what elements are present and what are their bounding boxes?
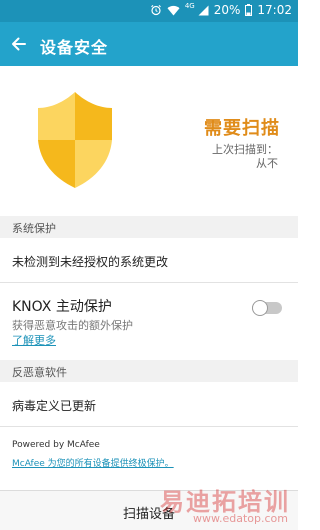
arrow-left-icon[interactable]: [8, 33, 30, 55]
bottom-action-bar: 扫描设备: [0, 490, 298, 530]
last-scan-label: 上次扫描到：: [212, 143, 278, 156]
knox-toggle[interactable]: [252, 300, 282, 316]
scan-device-button[interactable]: 扫描设备: [0, 491, 298, 530]
section-header-system-protection: 系统保护: [0, 216, 298, 238]
cell-signal-icon: [198, 5, 209, 16]
status-icons: 4G 20% 17:02: [150, 2, 292, 17]
toggle-knob: [252, 300, 268, 316]
section-header-anti-malware: 反恶意软件: [0, 360, 298, 382]
last-scan-info: 上次扫描到： 从不: [212, 143, 278, 171]
security-status-card: 需要扫描 上次扫描到： 从不: [0, 66, 298, 216]
wifi-icon: [167, 5, 180, 16]
unauthorized-changes-status: 未检测到未经授权的系统更改: [12, 255, 169, 269]
battery-icon: [245, 4, 253, 16]
mcafee-link[interactable]: McAfee 为您的所有设备提供终极保护。: [12, 456, 174, 469]
network-type: 4G: [184, 2, 195, 10]
powered-by-text: Powered by McAfee: [12, 440, 100, 450]
knox-subtitle: 获得恶意攻击的额外保护: [12, 319, 133, 332]
shield-icon: [34, 88, 116, 192]
virus-definitions-status: 病毒定义已更新: [12, 399, 97, 413]
last-scan-value: 从不: [256, 157, 278, 170]
scan-status-text: 需要扫描: [204, 118, 280, 139]
app-bar: 设备安全: [0, 22, 298, 66]
divider: [0, 282, 298, 283]
page-title: 设备安全: [40, 38, 109, 57]
clock-time: 17:02: [257, 3, 292, 17]
learn-more-link[interactable]: 了解更多: [12, 332, 56, 348]
divider: [0, 426, 298, 427]
alarm-clock-icon: [150, 4, 162, 16]
knox-title: KNOX 主动保护: [12, 299, 112, 315]
battery-percentage: 20%: [213, 3, 241, 17]
status-bar: 4G 20% 17:02: [0, 0, 298, 22]
